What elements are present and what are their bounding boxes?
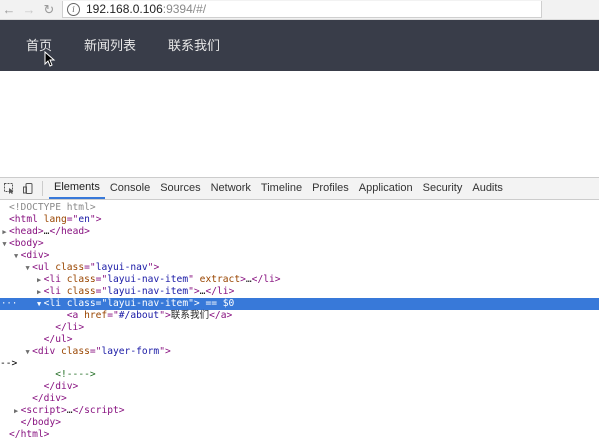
attr-value: layer-form [101, 346, 160, 357]
attr-value: layui-nav [95, 262, 148, 273]
dom-line[interactable]: <!DOCTYPE html> [0, 202, 599, 214]
dom-line[interactable]: <html lang="en"> [0, 214, 599, 226]
collapse-triangle-icon[interactable]: ▼ [23, 346, 32, 358]
attr-name: class [66, 298, 96, 309]
body-tag: body [14, 238, 38, 249]
body-close-tag: body [32, 417, 56, 428]
li-close-tag: li [66, 322, 79, 333]
attr-value: en [78, 214, 90, 225]
li-tag: li [49, 286, 61, 297]
dom-line[interactable]: </div> [0, 393, 599, 405]
a-tag: a [72, 310, 79, 321]
div-tag: div [26, 250, 44, 261]
attr-value: #/about [118, 310, 160, 321]
forward-arrow-icon[interactable]: → [22, 2, 36, 17]
ul-close-tag: ul [55, 334, 67, 345]
collapse-triangle-icon[interactable]: ▼ [0, 238, 9, 250]
head-tag: head [14, 226, 38, 237]
attr-name: class [55, 262, 85, 273]
dom-line[interactable]: ▶ <head>…</head> [0, 226, 599, 238]
attr-name: class [61, 346, 90, 357]
dom-line[interactable]: </div> [0, 381, 599, 393]
device-mode-icon[interactable] [22, 183, 34, 195]
reload-icon[interactable]: ↻ [42, 2, 56, 17]
dom-line[interactable]: ▶ <li class="layui-nav-item" extract>…</l… [0, 274, 599, 286]
tab-audits[interactable]: Audits [467, 178, 508, 199]
expand-triangle-icon[interactable]: ▶ [35, 286, 44, 298]
script-tag: script [26, 405, 61, 416]
tab-divider [42, 181, 43, 196]
ul-tag: ul [37, 262, 50, 273]
div-tag: div [37, 346, 56, 357]
attr-value: layui-nav-item [107, 274, 189, 285]
li-close-tag: li [263, 274, 275, 285]
html-close-tag: html [20, 429, 44, 440]
dom-line[interactable]: <a href="#/about">联系我们</a> [0, 310, 599, 322]
collapse-triangle-icon[interactable]: ▼ [35, 298, 44, 310]
url-path: :9394/#/ [162, 2, 207, 16]
attr-name: class [66, 274, 96, 285]
div-close-tag: div [43, 393, 61, 404]
dom-line[interactable]: ▼ <div> [0, 250, 599, 262]
collapse-triangle-icon[interactable]: ▼ [12, 250, 21, 262]
dom-line[interactable]: ▶ <script>…</script> [0, 405, 599, 417]
dom-line[interactable]: ▼ <ul class="layui-nav"> [0, 262, 599, 274]
dom-line[interactable]: <!----> [0, 369, 599, 381]
dom-line[interactable]: </ul> [0, 334, 599, 346]
script-close-tag: script [84, 405, 119, 416]
address-bar[interactable]: i 192.168.0.106:9394/#/ [62, 1, 542, 18]
dom-line[interactable]: </body> [0, 417, 599, 429]
dom-line[interactable]: ▶ <li class="layui-nav-item">…</li> [0, 286, 599, 298]
page-nav-bar: 首页 新闻列表 联系我们 [0, 20, 599, 71]
html-tag: html [14, 214, 38, 225]
attr-value: layui-nav-item [107, 286, 189, 297]
back-arrow-icon[interactable]: ← [2, 2, 16, 17]
tab-network[interactable]: Network [206, 178, 256, 199]
attr-name: extract [199, 274, 241, 285]
expand-triangle-icon[interactable]: ▶ [35, 274, 44, 286]
dom-line[interactable]: ▼ <body> [0, 238, 599, 250]
devtools-tab-bar: Elements Console Sources Network Timelin… [0, 178, 599, 200]
tab-console[interactable]: Console [105, 178, 155, 199]
selected-marker: == $0 [199, 298, 235, 309]
attr-name: class [66, 286, 96, 297]
dom-line[interactable]: </li> [0, 322, 599, 334]
tab-profiles[interactable]: Profiles [307, 178, 354, 199]
li-close-tag: li [217, 286, 229, 297]
dom-line-selected[interactable]: ··· ▼ <li class="layui-nav-item"> == $0 [0, 298, 599, 310]
comment-node: <!----> [55, 369, 96, 380]
nav-item-contact[interactable]: 联系我们 [168, 20, 220, 71]
browser-toolbar: ← → ↻ i 192.168.0.106:9394/#/ [0, 0, 599, 20]
collapse-triangle-icon[interactable]: ▼ [23, 262, 32, 274]
li-tag: li [49, 274, 61, 285]
doctype-text: <!DOCTYPE html> [9, 202, 96, 213]
more-dots-icon[interactable]: ··· [1, 298, 17, 310]
link-text: 联系我们 [170, 310, 210, 321]
div-close-tag: div [55, 381, 73, 392]
tab-application[interactable]: Application [354, 178, 418, 199]
nav-list: 首页 新闻列表 联系我们 [0, 20, 599, 71]
tab-elements[interactable]: Elements [49, 178, 105, 199]
mouse-cursor-icon [44, 51, 56, 67]
inspect-element-icon[interactable] [3, 183, 15, 195]
expand-triangle-icon[interactable]: ▶ [12, 405, 21, 417]
tab-security[interactable]: Security [418, 178, 468, 199]
li-tag: li [49, 298, 61, 309]
elements-tree: <!DOCTYPE html> <html lang="en"> ▶ <head>… [0, 200, 599, 441]
dom-line[interactable]: </html> [0, 429, 599, 441]
attr-name: href [84, 310, 108, 321]
url-host: 192.168.0.106 [86, 2, 163, 16]
dom-line[interactable]: ▼ <div class="layer-form"> [0, 346, 599, 358]
devtools-panel: Elements Console Sources Network Timelin… [0, 177, 599, 441]
info-icon[interactable]: i [67, 2, 80, 16]
tab-sources[interactable]: Sources [155, 178, 205, 199]
tab-timeline[interactable]: Timeline [256, 178, 307, 199]
expand-triangle-icon[interactable]: ▶ [0, 226, 9, 238]
head-close-tag: head [61, 226, 85, 237]
attr-name: lang [43, 214, 67, 225]
nav-item-news[interactable]: 新闻列表 [84, 20, 136, 71]
attr-value: layui-nav-item [107, 298, 189, 309]
